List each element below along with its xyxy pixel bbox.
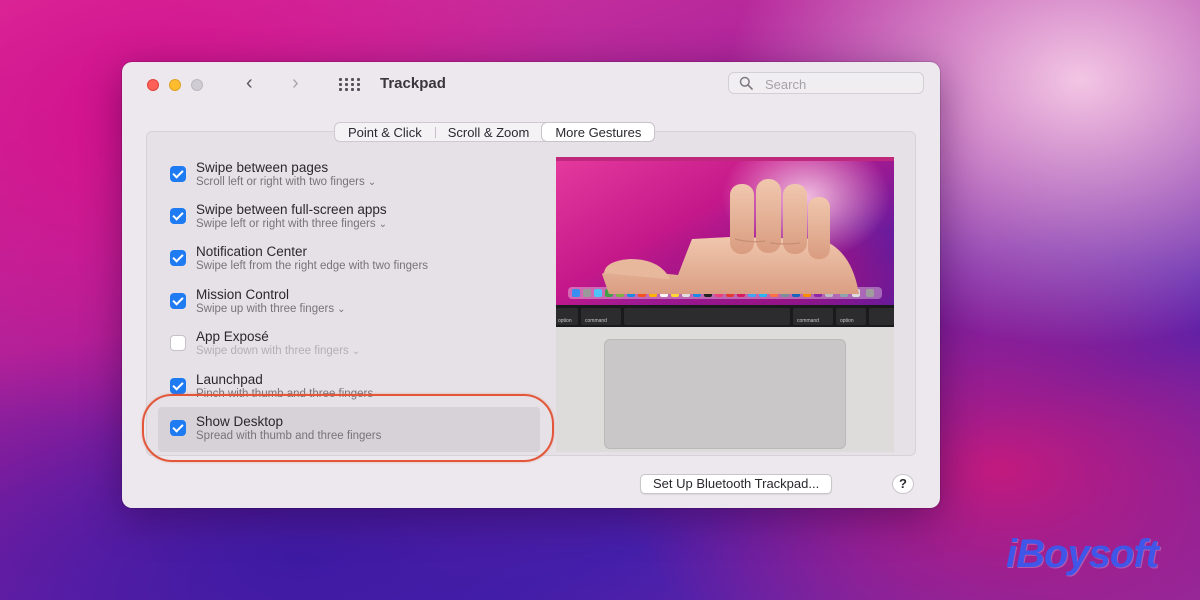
- title-bar: ‹ › Trackpad: [122, 62, 940, 106]
- tab-more-gestures[interactable]: More Gestures: [542, 123, 655, 141]
- checkbox-checked[interactable]: [170, 250, 186, 266]
- window-title: Trackpad: [380, 75, 446, 92]
- checkbox-unchecked[interactable]: [170, 335, 186, 351]
- gesture-preview-video: option command command option: [556, 157, 894, 452]
- minimize-button[interactable]: [169, 79, 181, 91]
- tab-bar: Point & Click Scroll & Zoom More Gesture…: [334, 122, 656, 142]
- gesture-title: Mission Control: [196, 287, 290, 302]
- preview-menu-bar: [556, 157, 894, 161]
- search-input[interactable]: [763, 75, 917, 93]
- search-icon: [739, 76, 753, 90]
- close-button[interactable]: [147, 79, 159, 91]
- gesture-subtitle[interactable]: Scroll left or right with two fingers ⌄: [196, 176, 376, 188]
- set-up-bluetooth-trackpad-button[interactable]: Set Up Bluetooth Trackpad...: [640, 474, 833, 494]
- gesture-title: Swipe between pages: [196, 160, 329, 175]
- iboysoft-watermark-logo: iBoysoft: [1006, 532, 1159, 576]
- gesture-title: Swipe between full-screen apps: [196, 202, 387, 217]
- preview-trackpad: [604, 339, 846, 449]
- chevron-down-icon[interactable]: ⌄: [352, 346, 360, 357]
- gesture-title: App Exposé: [196, 329, 269, 344]
- hand-gesture-image: [602, 179, 860, 294]
- tab-point-and-click[interactable]: Point & Click: [335, 123, 435, 141]
- checkbox-checked[interactable]: [170, 293, 186, 309]
- preview-keyboard: option command command option: [556, 305, 894, 327]
- search-field[interactable]: [728, 72, 924, 94]
- gesture-subtitle: Swipe left from the right edge with two …: [196, 260, 429, 272]
- help-button[interactable]: ?: [892, 474, 914, 494]
- zoom-button[interactable]: [191, 79, 203, 91]
- preview-palm-rest: [556, 327, 894, 452]
- trackpad-preferences-window: ‹ › Trackpad Point & Click Scroll & Zoom…: [122, 62, 940, 508]
- gesture-subtitle[interactable]: Swipe up with three fingers ⌄: [196, 303, 345, 315]
- annotation-highlight-ring: [142, 394, 554, 462]
- gesture-title: Notification Center: [196, 244, 308, 259]
- chevron-left-icon[interactable]: ‹: [246, 72, 253, 95]
- tab-scroll-and-zoom[interactable]: Scroll & Zoom: [434, 123, 543, 141]
- show-all-grid-icon[interactable]: [339, 78, 361, 92]
- gesture-title: Launchpad: [196, 372, 263, 387]
- gesture-subtitle[interactable]: Swipe left or right with three fingers ⌄: [196, 218, 387, 230]
- gesture-subtitle[interactable]: Swipe down with three fingers ⌄: [196, 345, 360, 357]
- checkbox-checked[interactable]: [170, 208, 186, 224]
- checkbox-checked[interactable]: [170, 378, 186, 394]
- chevron-down-icon[interactable]: ⌄: [368, 177, 376, 188]
- chevron-down-icon[interactable]: ⌄: [379, 219, 387, 230]
- chevron-down-icon[interactable]: ⌄: [337, 304, 345, 315]
- chevron-right-icon[interactable]: ›: [292, 72, 299, 95]
- checkbox-checked[interactable]: [170, 166, 186, 182]
